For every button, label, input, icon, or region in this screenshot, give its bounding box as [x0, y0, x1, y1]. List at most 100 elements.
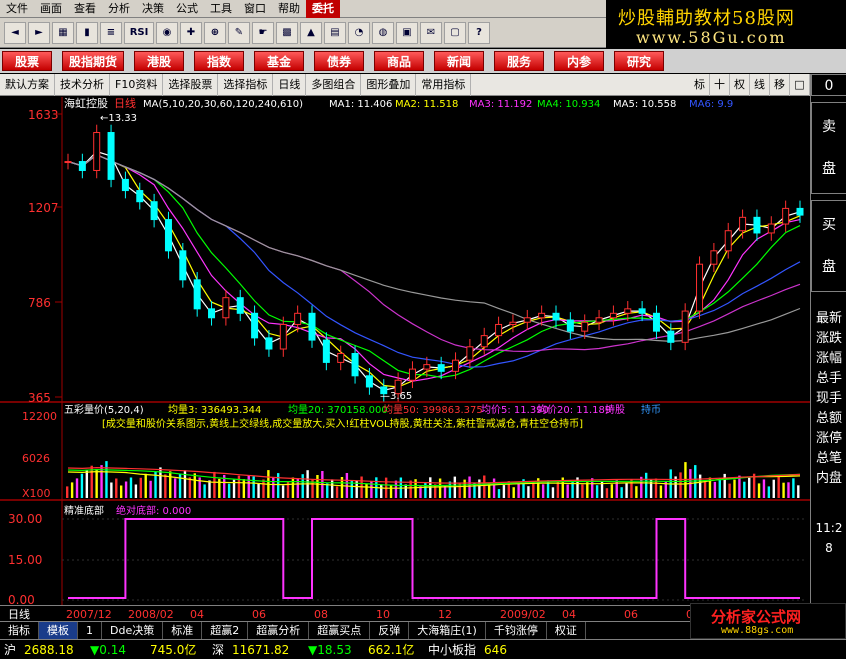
back-icon[interactable]: ◄ — [4, 21, 26, 44]
ctrl-item-5[interactable]: 日线 — [273, 73, 307, 96]
menu-5[interactable]: 公式 — [170, 0, 204, 18]
volume-bar-81 — [463, 479, 466, 498]
menu-0[interactable]: 文件 — [0, 0, 34, 18]
category-tab-2[interactable]: 港股 — [134, 51, 185, 71]
kline-icon[interactable]: ▮ — [76, 21, 98, 44]
globe-icon[interactable]: ◍ — [372, 21, 394, 44]
pie-icon[interactable]: ◔ — [348, 21, 370, 44]
right-panel: 0 卖 盘 买 盘 最新 涨跌 涨幅 总手 现手 总额 涨停 总笔 内盘 11:2 8 — [810, 74, 846, 605]
quote-field-6: 涨停 — [815, 431, 842, 446]
volume-bar-102 — [566, 484, 569, 498]
volume-bar-16 — [144, 473, 147, 498]
document-icon[interactable]: ▣ — [396, 21, 418, 44]
bottom-tab-9[interactable]: 大海箱庄(1) — [409, 621, 486, 640]
volume-bar-66 — [389, 484, 393, 498]
menu-1[interactable]: 画面 — [34, 0, 68, 18]
candle-body-21 — [365, 375, 373, 388]
ctrl-item-7[interactable]: 图形叠加 — [361, 73, 417, 96]
bottom-tab-11[interactable]: 权证 — [547, 621, 586, 640]
bottom-tab-3[interactable]: Dde决策 — [102, 621, 164, 640]
category-tab-4[interactable]: 基金 — [254, 51, 305, 71]
search-icon[interactable]: ◉ — [156, 21, 178, 44]
bottom-tab-0[interactable]: 指标 — [0, 621, 39, 640]
ctrl-icon-button-4[interactable]: 移 — [770, 73, 790, 96]
candle-body-4 — [121, 178, 129, 192]
volume-bar-70 — [409, 480, 412, 498]
ctrl-item-3[interactable]: 选择股票 — [163, 73, 219, 96]
list-icon[interactable]: ≡ — [100, 21, 122, 44]
volume-tick-2: X100 — [22, 487, 51, 500]
bottom-tab-1[interactable]: 模板 — [39, 621, 78, 640]
category-tab-3[interactable]: 指数 — [194, 51, 245, 71]
category-tab-5[interactable]: 债券 — [314, 51, 365, 71]
bottom-tab-10[interactable]: 千钧涨停 — [486, 621, 547, 640]
bottom-tab-4[interactable]: 标准 — [163, 621, 203, 640]
mosaic-icon[interactable]: ▩ — [276, 21, 298, 44]
menu-9[interactable]: 委托 — [306, 0, 340, 18]
category-tab-10[interactable]: 研究 — [614, 51, 665, 71]
window-icon[interactable]: ▢ — [444, 21, 466, 44]
hands-icon[interactable]: ☛ — [252, 21, 274, 44]
ctrl-item-6[interactable]: 多图组合 — [306, 73, 362, 96]
ctrl-icon-button-3[interactable]: 线 — [750, 73, 770, 96]
ctrl-icon-button-0[interactable]: 标 — [690, 73, 710, 96]
category-tab-1[interactable]: 股指期货 — [62, 51, 125, 71]
ctrl-icon-button-2[interactable]: 权 — [730, 73, 750, 96]
rsi-label[interactable]: RSI — [124, 21, 154, 44]
grid-icon[interactable]: ▦ — [52, 21, 74, 44]
candle-body-10 — [208, 308, 216, 319]
volume-bar-51 — [316, 475, 319, 498]
candle-body-45 — [710, 250, 718, 265]
ctrl-item-2[interactable]: F10资料 — [110, 73, 164, 96]
book-icon[interactable]: ▤ — [324, 21, 346, 44]
ctrl-item-4[interactable]: 选择指标 — [218, 73, 274, 96]
bottom-tab-7[interactable]: 超赢买点 — [309, 621, 371, 640]
category-tab-9[interactable]: 内参 — [554, 51, 605, 71]
volume-legend-1: 均量20: 370158.000 — [288, 404, 388, 416]
menu-4[interactable]: 决策 — [136, 0, 170, 18]
menu-8[interactable]: 帮助 — [272, 0, 306, 18]
quote-field-1: 涨跌 — [815, 331, 842, 346]
candle-body-39 — [624, 308, 632, 314]
forward-icon[interactable]: ► — [28, 21, 50, 44]
ctrl-item-1[interactable]: 技术分析 — [55, 73, 110, 96]
candle-body-31 — [509, 321, 517, 325]
menu-6[interactable]: 工具 — [204, 0, 238, 18]
message-icon[interactable]: ✉ — [420, 21, 442, 44]
crosshair-icon[interactable]: ✚ — [180, 21, 202, 44]
category-tab-7[interactable]: 新闻 — [434, 51, 485, 71]
help-icon[interactable]: ? — [468, 21, 490, 44]
board-label: 中小板指 — [428, 643, 477, 657]
category-tab-6[interactable]: 商品 — [374, 51, 425, 71]
candle-body-42 — [667, 330, 675, 343]
watermark-title: 分析家公式网 — [711, 608, 802, 626]
category-tab-8[interactable]: 服务 — [494, 51, 545, 71]
bottom-tab-2[interactable]: 1 — [78, 621, 102, 640]
stock-chart[interactable]: 1633 1207 786 365 海虹控股 日线 MA(5,10,20,30,60,120… — [0, 97, 810, 605]
bottom-tab-5[interactable]: 超赢2 — [202, 621, 249, 640]
time-label-4: 08 — [314, 608, 328, 621]
bottom-tab-8[interactable]: 反弹 — [370, 621, 410, 640]
ticket-icon[interactable]: ✎ — [228, 21, 250, 44]
chart-area[interactable]: 1633 1207 786 365 海虹控股 日线 MA(5,10,20,30,60,120… — [0, 97, 810, 605]
side-value: 8 — [825, 541, 833, 555]
ctrl-icon-button-1[interactable]: 十 — [710, 73, 730, 96]
volume-bar-39 — [257, 483, 260, 498]
bottom-tab-6[interactable]: 超赢分析 — [248, 621, 310, 640]
menu-2[interactable]: 查看 — [68, 0, 102, 18]
menu-7[interactable]: 窗口 — [238, 0, 272, 18]
ctrl-item-8[interactable]: 常用指标 — [416, 73, 472, 96]
volume-bar-33 — [227, 483, 231, 498]
zoom-icon[interactable]: ⊕ — [204, 21, 226, 44]
ctrl-icon-button-5[interactable]: □ — [790, 73, 810, 96]
candle-body-1 — [78, 161, 86, 171]
volume-bar-106 — [586, 482, 589, 498]
volume-bar-114 — [625, 483, 628, 498]
side-time: 11:2 — [815, 521, 843, 535]
category-tab-0[interactable]: 股票 — [2, 51, 52, 71]
chart-icon[interactable]: ▲ — [300, 21, 322, 44]
ctrl-item-0[interactable]: 默认方案 — [0, 73, 55, 96]
sz-amount: 662.1亿 — [368, 643, 415, 657]
menu-3[interactable]: 分析 — [102, 0, 136, 18]
volume-bar-110 — [605, 488, 609, 498]
